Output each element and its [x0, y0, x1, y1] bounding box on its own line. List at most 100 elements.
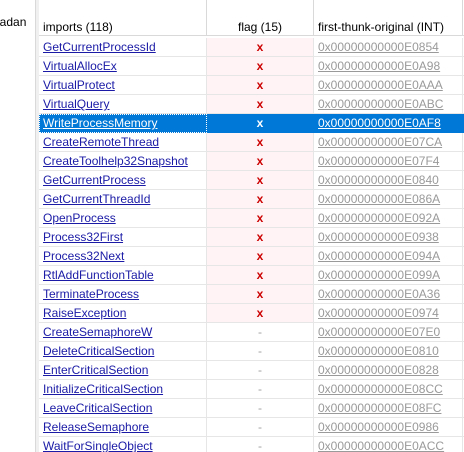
address-link[interactable]: 0x00000000000E0ABC: [318, 97, 443, 111]
table-row[interactable]: CreateRemoteThreadx0x00000000000E07CA0x0…: [39, 133, 464, 152]
import-name-cell[interactable]: CreateToolhelp32Snapshot: [39, 152, 207, 171]
import-name-cell[interactable]: GetCurrentThreadId: [39, 190, 207, 209]
tree-pane[interactable]: oadan: [0, 0, 35, 452]
import-name-link[interactable]: CreateSemaphoreW: [43, 325, 152, 339]
address-link[interactable]: 0x00000000000E0A98: [318, 59, 440, 73]
import-name-cell[interactable]: Process32First: [39, 228, 207, 247]
address-link[interactable]: 0x00000000000E099A: [318, 268, 440, 282]
table-row[interactable]: ReleaseSemaphore-0x00000000000E09860x000…: [39, 418, 464, 437]
table-row[interactable]: Process32Nextx0x00000000000E094A0x0000: [39, 247, 464, 266]
address-link[interactable]: 0x00000000000E0AAA: [318, 78, 443, 92]
first-thunk-original-cell[interactable]: 0x00000000000E07CA: [314, 133, 463, 152]
import-name-cell[interactable]: EnterCriticalSection: [39, 361, 207, 380]
address-link[interactable]: 0x00000000000E07E0: [318, 325, 440, 339]
address-link[interactable]: 0x00000000000E094A: [318, 249, 440, 263]
import-name-link[interactable]: GetCurrentProcess: [43, 173, 146, 187]
address-link[interactable]: 0x00000000000E0810: [318, 344, 439, 358]
table-row[interactable]: CreateToolhelp32Snapshot x 0x00000000000E0…: [39, 152, 464, 171]
import-name-link[interactable]: GetCurrentProcessId: [43, 40, 156, 54]
import-name-cell[interactable]: VirtualQuery: [39, 95, 207, 114]
first-thunk-original-cell[interactable]: 0x00000000000E0938: [314, 228, 463, 247]
import-name-cell[interactable]: RtlAddFunctionTable: [39, 266, 207, 285]
address-link[interactable]: 0x00000000000E0854: [318, 40, 439, 54]
import-name-link[interactable]: VirtualAllocEx: [43, 59, 117, 73]
first-thunk-original-cell[interactable]: 0x00000000000E086A: [314, 190, 463, 209]
column-header-flag[interactable]: flag (15): [207, 0, 314, 36]
import-name-cell[interactable]: GetCurrentProcess: [39, 171, 207, 190]
first-thunk-original-cell[interactable]: 0x00000000000E0ABC: [314, 95, 463, 114]
address-link[interactable]: 0x00000000000E0938: [318, 230, 439, 244]
import-name-cell[interactable]: WaitForSingleObject: [39, 437, 207, 452]
first-thunk-original-cell[interactable]: 0x00000000000E0ACC: [314, 437, 463, 452]
import-name-link[interactable]: DeleteCriticalSection: [43, 344, 154, 358]
first-thunk-original-cell[interactable]: 0x00000000000E08CC: [314, 380, 463, 399]
import-name-link[interactable]: WriteProcessMemory: [43, 116, 157, 130]
import-name-link[interactable]: VirtualProtect: [43, 78, 115, 92]
import-name-link[interactable]: RaiseException: [43, 306, 126, 320]
import-name-link[interactable]: WaitForSingleObject: [43, 439, 153, 452]
address-link[interactable]: 0x00000000000E0974: [318, 306, 439, 320]
import-name-cell[interactable]: ReleaseSemaphore: [39, 418, 207, 437]
imports-table[interactable]: imports (118) flag (15) first-thunk-orig…: [39, 0, 464, 452]
import-name-cell[interactable]: OpenProcess: [39, 209, 207, 228]
import-name-link[interactable]: CreateToolhelp32Snapshot: [43, 154, 188, 168]
table-row[interactable]: TerminateProcessx0x00000000000E0A360x000…: [39, 285, 464, 304]
import-name-cell[interactable]: CreateSemaphoreW: [39, 323, 207, 342]
first-thunk-original-cell[interactable]: 0x00000000000E0986: [314, 418, 463, 437]
table-row[interactable]: VirtualAllocExx0x00000000000E0A980x0000: [39, 57, 464, 76]
address-link[interactable]: 0x00000000000E092A: [318, 211, 440, 225]
import-name-cell[interactable]: TerminateProcess: [39, 285, 207, 304]
address-link[interactable]: 0x00000000000E07F4: [318, 154, 439, 168]
table-row[interactable]: GetCurrentThreadIdx0x00000000000E086A0x0…: [39, 190, 464, 209]
first-thunk-original-cell[interactable]: 0x00000000000E0AAA: [314, 76, 463, 95]
import-name-link[interactable]: ReleaseSemaphore: [43, 420, 149, 434]
first-thunk-original-cell[interactable]: 0x00000000000E0AF8: [314, 114, 463, 133]
tree-item-label[interactable]: oadan: [0, 15, 26, 29]
import-name-cell[interactable]: RaiseException: [39, 304, 207, 323]
first-thunk-original-cell[interactable]: 0x00000000000E0854: [314, 38, 463, 57]
address-link[interactable]: 0x00000000000E08FC: [318, 401, 441, 415]
address-link[interactable]: 0x00000000000E07CA: [318, 135, 442, 149]
table-row[interactable]: EnterCriticalSection-0x00000000000E08280…: [39, 361, 464, 380]
first-thunk-original-cell[interactable]: 0x00000000000E08FC: [314, 399, 463, 418]
import-name-link[interactable]: RtlAddFunctionTable: [43, 268, 154, 282]
import-name-cell[interactable]: DeleteCriticalSection: [39, 342, 207, 361]
first-thunk-original-cell[interactable]: 0x00000000000E092A: [314, 209, 463, 228]
table-row[interactable]: LeaveCriticalSection-0x00000000000E08FC0…: [39, 399, 464, 418]
first-thunk-original-cell[interactable]: 0x00000000000E094A: [314, 247, 463, 266]
import-name-link[interactable]: TerminateProcess: [43, 287, 139, 301]
column-header-first-thunk-original[interactable]: first-thunk-original (INT): [314, 0, 463, 36]
table-row[interactable]: WriteProcessMemoryx0x00000000000E0AF80x0…: [39, 114, 464, 133]
import-name-link[interactable]: InitializeCriticalSection: [43, 382, 163, 396]
table-row[interactable]: RtlAddFunctionTablex0x00000000000E099A0x…: [39, 266, 464, 285]
import-name-link[interactable]: OpenProcess: [43, 211, 116, 225]
table-row[interactable]: VirtualQueryx0x00000000000E0ABC0x0000: [39, 95, 464, 114]
import-name-cell[interactable]: LeaveCriticalSection: [39, 399, 207, 418]
first-thunk-original-cell[interactable]: 0x00000000000E0810: [314, 342, 463, 361]
table-row[interactable]: GetCurrentProcessx0x00000000000E08400x00…: [39, 171, 464, 190]
first-thunk-original-cell[interactable]: 0x00000000000E07F4: [314, 152, 463, 171]
table-row[interactable]: DeleteCriticalSection - 0x00000000000E0810…: [39, 342, 464, 361]
import-name-cell[interactable]: CreateRemoteThread: [39, 133, 207, 152]
import-name-cell[interactable]: VirtualProtect: [39, 76, 207, 95]
table-row[interactable]: VirtualProtectx0x00000000000E0AAA0x0000: [39, 76, 464, 95]
import-name-cell[interactable]: GetCurrentProcessId: [39, 38, 207, 57]
table-row[interactable]: InitializeCriticalSection - 0x00000000000E…: [39, 380, 464, 399]
address-link[interactable]: 0x00000000000E0A36: [318, 287, 440, 301]
table-row[interactable]: WaitForSingleObject-0x00000000000E0ACC0x…: [39, 437, 464, 452]
table-row[interactable]: GetCurrentProcessIdx0x00000000000E08540x…: [39, 38, 464, 57]
column-header-imports[interactable]: imports (118): [39, 0, 207, 36]
import-name-link[interactable]: LeaveCriticalSection: [43, 401, 152, 415]
first-thunk-original-cell[interactable]: 0x00000000000E0840: [314, 171, 463, 190]
import-name-link[interactable]: GetCurrentThreadId: [43, 192, 150, 206]
address-link[interactable]: 0x00000000000E0ACC: [318, 439, 444, 452]
table-row[interactable]: OpenProcessx0x00000000000E092A0x0000: [39, 209, 464, 228]
import-name-link[interactable]: Process32Next: [43, 249, 124, 263]
import-name-cell[interactable]: Process32Next: [39, 247, 207, 266]
import-name-cell[interactable]: VirtualAllocEx: [39, 57, 207, 76]
table-row[interactable]: CreateSemaphoreW-0x00000000000E07E00x000…: [39, 323, 464, 342]
import-name-cell[interactable]: InitializeCriticalSection: [39, 380, 207, 399]
address-link[interactable]: 0x00000000000E0AF8: [318, 116, 441, 130]
import-name-link[interactable]: EnterCriticalSection: [43, 363, 148, 377]
import-name-cell[interactable]: WriteProcessMemory: [39, 114, 207, 133]
